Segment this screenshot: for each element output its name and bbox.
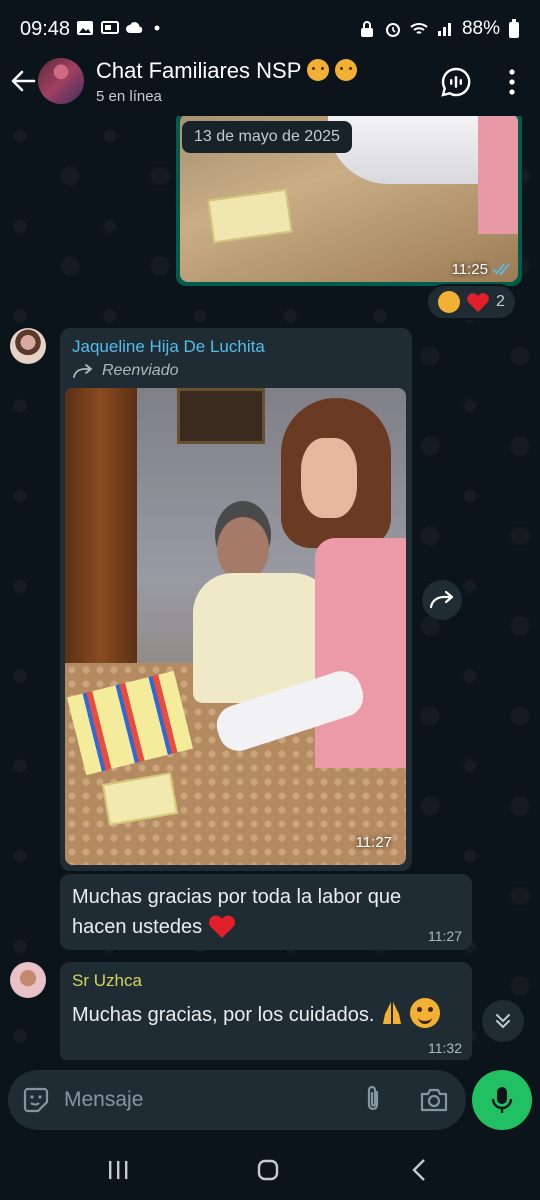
status-bar: 09:48 88% [0,0,540,58]
sender-avatar[interactable] [10,328,46,364]
text-message[interactable]: Muchas gracias por toda la labor que hac… [60,874,472,950]
scroll-to-bottom-button[interactable] [482,1000,524,1042]
message-text: Muchas gracias, por los cuidados. [72,998,440,1030]
message-time: 11:27 [428,928,462,944]
text-message[interactable]: Sr Uzhca Muchas gracias, por los cuidado… [60,962,472,1060]
heart-emoji-icon [467,293,489,312]
forwarded-text: Reenviado [102,362,179,379]
forwarded-image-message[interactable]: Jaqueline Hija De Luchita Reenviado 11:2… [60,328,412,871]
message-line-2: hacen ustedes [72,916,203,938]
chat-title-text: Chat Familiares NSP [96,58,301,83]
back-button[interactable] [400,1154,440,1186]
message-input-container[interactable] [8,1070,466,1130]
forward-button[interactable] [422,580,462,620]
sender-avatar[interactable] [10,962,46,998]
sender-name[interactable]: Sr Uzhca [72,971,142,991]
reaction-count: 2 [496,293,505,310]
more-options-icon[interactable] [502,66,522,98]
wifi-icon [410,23,428,34]
cloud-icon [126,22,143,33]
attach-icon[interactable] [358,1084,388,1116]
older-woman-emoji-icon [335,59,358,81]
folded-hands-emoji-icon [382,1002,401,1024]
recent-apps-icon [109,1161,128,1179]
chat-area[interactable]: 11:25 13 de mayo de 2025 2 Jaqueline Hij… [0,116,540,1060]
online-count: 5 en línea [96,88,162,105]
voice-record-button[interactable] [472,1070,532,1130]
microphone-icon [491,1087,513,1113]
older-man-emoji-icon [307,59,330,81]
battery-icon [509,19,519,38]
chat-header: Chat Familiares NSP 5 en línea [0,58,540,116]
chat-title[interactable]: Chat Familiares NSP [96,58,358,84]
sender-name[interactable]: Jaqueline Hija De Luchita [72,337,265,357]
message-time: 11:25 [451,261,488,278]
message-time: 11:27 [355,834,392,851]
heart-eyes-face-emoji-icon [438,291,460,313]
alarm-icon [385,23,400,37]
message-input[interactable] [64,1082,344,1118]
message-reactions[interactable]: 2 [426,284,517,320]
camera-icon[interactable] [418,1085,450,1115]
message-body: Muchas gracias, por los cuidados. [72,1004,375,1026]
message-text: Muchas gracias por toda la labor que hac… [72,882,401,942]
lock-icon [360,21,373,37]
group-avatar[interactable] [38,58,84,104]
back-chevron-icon [412,1159,425,1181]
dot-icon [154,25,160,31]
composer [0,1060,540,1140]
cast-icon [101,21,119,34]
voice-chat-icon[interactable] [440,66,472,98]
heart-emoji-icon [208,915,235,938]
gallery-icon [77,21,93,35]
message-time: 11:32 [428,1040,462,1056]
signal-icon [437,23,451,36]
notification-icons [76,19,169,37]
recent-apps-button[interactable] [98,1154,138,1186]
home-icon [257,1159,279,1181]
battery-percent: 88% [461,18,500,39]
home-button[interactable] [248,1154,288,1186]
forward-icon [429,590,454,609]
forwarded-label: Reenviado [72,362,179,380]
read-receipt-icon [492,263,510,276]
message-line-1: Muchas gracias por toda la labor que [72,886,402,908]
forwarded-icon [73,364,93,378]
forwarded-photo[interactable]: 11:27 [65,388,406,865]
back-arrow-icon[interactable] [8,66,38,96]
sticker-icon[interactable] [22,1086,50,1114]
status-time: 09:48 [20,18,71,40]
system-navigation-bar [0,1140,540,1200]
status-right: 88% [358,18,520,40]
smiling-face-emoji-icon [409,998,440,1028]
double-chevron-down-icon [496,1014,510,1029]
date-chip: 13 de mayo de 2025 [182,121,352,153]
